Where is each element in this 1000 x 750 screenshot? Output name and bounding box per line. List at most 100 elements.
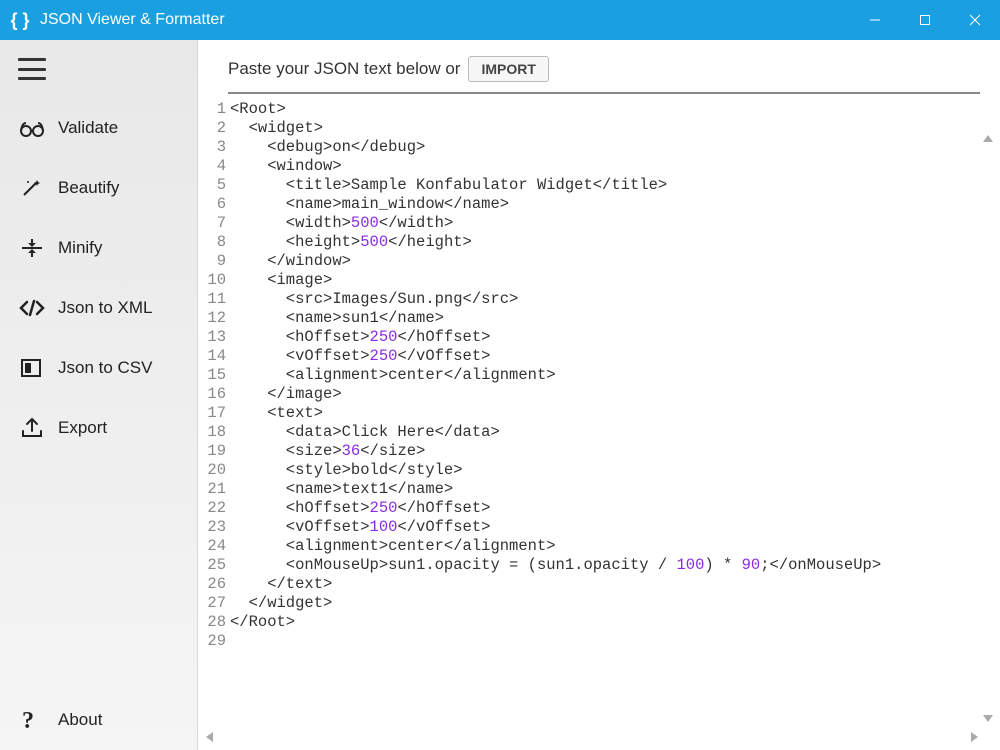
code-line[interactable]: </widget> xyxy=(230,594,980,613)
scroll-up-icon[interactable] xyxy=(983,135,993,142)
scrollbar-vertical[interactable] xyxy=(981,135,995,722)
line-number: 14 xyxy=(202,347,230,366)
sidebar-item-label: Beautify xyxy=(58,178,119,198)
code-line[interactable]: <src>Images/Sun.png</src> xyxy=(230,290,980,309)
line-number: 9 xyxy=(202,252,230,271)
line-number: 12 xyxy=(202,309,230,328)
code-line[interactable]: <image> xyxy=(230,271,980,290)
code-line[interactable]: <name>text1</name> xyxy=(230,480,980,499)
code-line[interactable]: <alignment>center</alignment> xyxy=(230,537,980,556)
line-number: 10 xyxy=(202,271,230,290)
line-number: 18 xyxy=(202,423,230,442)
code-line[interactable]: <window> xyxy=(230,157,980,176)
line-number: 11 xyxy=(202,290,230,309)
code-line[interactable]: <debug>on</debug> xyxy=(230,138,980,157)
wand-icon xyxy=(18,177,58,199)
line-number: 8 xyxy=(202,233,230,252)
code-line[interactable]: <height>500</height> xyxy=(230,233,980,252)
code-line[interactable] xyxy=(230,632,980,651)
header-prompt: Paste your JSON text below or xyxy=(228,59,460,79)
code-line[interactable]: </Root> xyxy=(230,613,980,632)
line-number: 2 xyxy=(202,119,230,138)
sidebar-item-about[interactable]: ? About xyxy=(0,690,197,750)
line-number: 5 xyxy=(202,176,230,195)
scroll-down-icon[interactable] xyxy=(983,715,993,722)
line-number: 22 xyxy=(202,499,230,518)
minimize-button[interactable] xyxy=(850,0,900,40)
code-line[interactable]: <vOffset>250</vOffset> xyxy=(230,347,980,366)
svg-text:?: ? xyxy=(22,708,34,732)
sidebar: Validate Beautify Minify xyxy=(0,40,198,750)
line-gutter: 1234567891011121314151617181920212223242… xyxy=(202,98,230,740)
content-header: Paste your JSON text below or IMPORT xyxy=(202,50,980,92)
code-line[interactable]: <widget> xyxy=(230,119,980,138)
titlebar[interactable]: { } JSON Viewer & Formatter xyxy=(0,0,1000,40)
sidebar-item-label: Json to XML xyxy=(58,298,153,318)
sidebar-item-minify[interactable]: Minify xyxy=(0,218,197,278)
line-number: 6 xyxy=(202,195,230,214)
line-number: 1 xyxy=(202,100,230,119)
scroll-right-icon[interactable] xyxy=(971,732,978,742)
code-editor[interactable]: 1234567891011121314151617181920212223242… xyxy=(202,98,980,740)
sidebar-item-export[interactable]: Export xyxy=(0,398,197,458)
code-line[interactable]: <name>sun1</name> xyxy=(230,309,980,328)
code-line[interactable]: <style>bold</style> xyxy=(230,461,980,480)
app-icon: { } xyxy=(0,0,40,40)
code-icon xyxy=(18,297,58,319)
code-line[interactable]: <alignment>center</alignment> xyxy=(230,366,980,385)
code-line[interactable]: <onMouseUp>sun1.opacity = (sun1.opacity … xyxy=(230,556,980,575)
line-number: 21 xyxy=(202,480,230,499)
question-icon: ? xyxy=(18,708,58,732)
line-number: 27 xyxy=(202,594,230,613)
sidebar-item-beautify[interactable]: Beautify xyxy=(0,158,197,218)
code-line[interactable]: <width>500</width> xyxy=(230,214,980,233)
line-number: 26 xyxy=(202,575,230,594)
line-number: 4 xyxy=(202,157,230,176)
code-line[interactable]: <Root> xyxy=(230,100,980,119)
sidebar-item-label: Validate xyxy=(58,118,118,138)
code-line[interactable]: <data>Click Here</data> xyxy=(230,423,980,442)
code-line[interactable]: <title>Sample Konfabulator Widget</title… xyxy=(230,176,980,195)
scrollbar-horizontal[interactable] xyxy=(206,730,978,744)
hamburger-area xyxy=(0,40,197,98)
code-line[interactable]: <size>36</size> xyxy=(230,442,980,461)
line-number: 20 xyxy=(202,461,230,480)
sidebar-spacer xyxy=(0,458,197,690)
import-button[interactable]: IMPORT xyxy=(468,56,548,82)
scroll-left-icon[interactable] xyxy=(206,732,213,742)
sidebar-item-json2csv[interactable]: Json to CSV xyxy=(0,338,197,398)
glasses-icon xyxy=(18,117,58,139)
csv-icon xyxy=(18,357,58,379)
export-icon xyxy=(18,417,58,439)
code-line[interactable]: </text> xyxy=(230,575,980,594)
line-number: 16 xyxy=(202,385,230,404)
line-number: 3 xyxy=(202,138,230,157)
content-area: Paste your JSON text below or IMPORT 123… xyxy=(198,40,1000,750)
sidebar-item-label: Json to CSV xyxy=(58,358,153,378)
sidebar-items: Validate Beautify Minify xyxy=(0,98,197,750)
maximize-button[interactable] xyxy=(900,0,950,40)
code-line[interactable]: </image> xyxy=(230,385,980,404)
code-line[interactable]: </window> xyxy=(230,252,980,271)
sidebar-item-json2xml[interactable]: Json to XML xyxy=(0,278,197,338)
code-line[interactable]: <hOffset>250</hOffset> xyxy=(230,328,980,347)
app-title: JSON Viewer & Formatter xyxy=(40,11,850,29)
line-number: 15 xyxy=(202,366,230,385)
code-line[interactable]: <text> xyxy=(230,404,980,423)
sidebar-item-validate[interactable]: Validate xyxy=(0,98,197,158)
header-divider xyxy=(228,92,980,94)
code-line[interactable]: <vOffset>100</vOffset> xyxy=(230,518,980,537)
sidebar-item-label: About xyxy=(58,710,102,730)
line-number: 17 xyxy=(202,404,230,423)
body: Validate Beautify Minify xyxy=(0,40,1000,750)
code-line[interactable]: <name>main_window</name> xyxy=(230,195,980,214)
code-body[interactable]: <Root> <widget> <debug>on</debug> <windo… xyxy=(230,98,980,740)
hamburger-icon[interactable] xyxy=(18,58,46,80)
line-number: 24 xyxy=(202,537,230,556)
line-number: 29 xyxy=(202,632,230,651)
code-line[interactable]: <hOffset>250</hOffset> xyxy=(230,499,980,518)
sidebar-item-label: Minify xyxy=(58,238,102,258)
sidebar-item-label: Export xyxy=(58,418,107,438)
close-button[interactable] xyxy=(950,0,1000,40)
line-number: 19 xyxy=(202,442,230,461)
